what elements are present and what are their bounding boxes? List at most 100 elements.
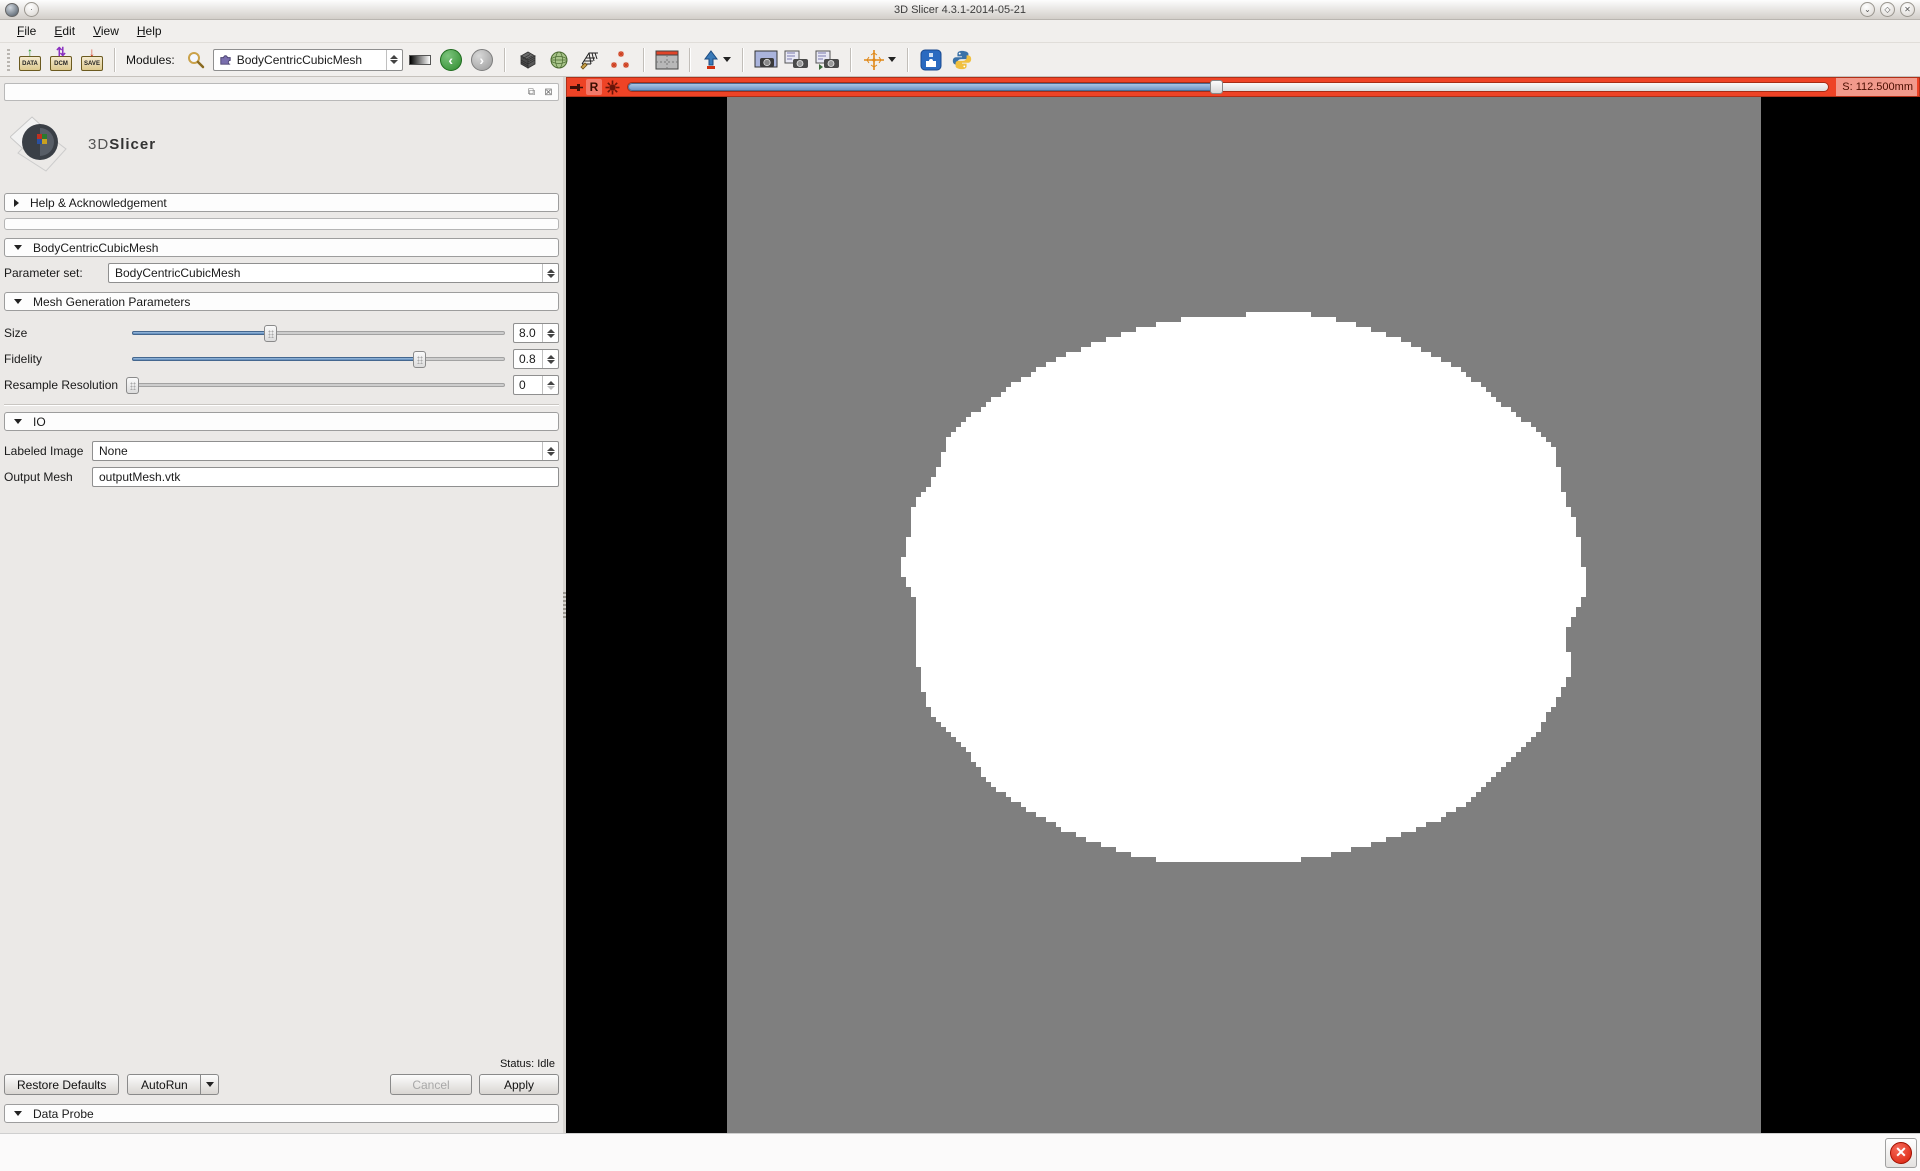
menu-edit[interactable]: Edit	[45, 21, 84, 41]
minimize-button[interactable]: ⌄	[1860, 2, 1875, 17]
model-module-button[interactable]	[545, 46, 573, 74]
restore-defaults-button[interactable]: Restore Defaults	[4, 1074, 119, 1095]
scene-restore-icon	[815, 50, 841, 70]
layout-icon	[655, 50, 679, 70]
window-titlebar: · 3D Slicer 4.3.1-2014-05-21 ⌄ ◇ ✕	[0, 0, 1920, 20]
mesh-section-label: Mesh Generation Parameters	[33, 295, 190, 309]
slice-image-canvas[interactable]	[566, 97, 1920, 1133]
module-section-header[interactable]: BodyCentricCubicMesh	[4, 238, 559, 257]
fidelity-slider[interactable]	[132, 349, 505, 369]
module-back-button[interactable]: ‹	[437, 46, 465, 74]
apply-button[interactable]: Apply	[479, 1074, 559, 1095]
expanded-triangle-icon	[14, 1111, 22, 1116]
spin-down-icon	[547, 386, 555, 390]
help-section-body	[4, 218, 559, 230]
spin-down-icon	[547, 334, 555, 338]
module-selector-combobox[interactable]: BodyCentricCubicMesh	[213, 49, 403, 71]
collapsed-triangle-icon	[14, 199, 19, 207]
resample-resolution-spinbox[interactable]: 0	[513, 375, 559, 395]
parameter-set-combobox[interactable]: BodyCentricCubicMesh	[108, 263, 559, 283]
volume-module-button[interactable]	[514, 46, 542, 74]
spin-up-icon	[547, 269, 555, 273]
labeled-image-combobox[interactable]: None	[92, 441, 559, 461]
mouse-mode-button[interactable]	[699, 46, 734, 74]
modules-label: Modules:	[126, 53, 175, 67]
fidelity-spinbox[interactable]: 0.8	[513, 349, 559, 369]
sparks-icon	[610, 49, 632, 71]
slice-slider-handle[interactable]	[1210, 80, 1223, 94]
output-mesh-input[interactable]: outputMesh.vtk	[92, 467, 559, 487]
module-forward-button[interactable]: ›	[468, 46, 496, 74]
panel-float-button[interactable]: ⧉	[525, 86, 538, 99]
autorun-button-group: AutoRun	[127, 1074, 219, 1095]
output-mesh-label: Output Mesh	[4, 470, 92, 484]
slice-offset-slider[interactable]	[627, 80, 1829, 94]
size-label: Size	[4, 326, 132, 340]
data-probe-section[interactable]: Data Probe	[4, 1104, 559, 1123]
io-section[interactable]: IO	[4, 412, 559, 431]
slice-orientation-badge: R	[586, 79, 602, 95]
dicom-icon: ⇅ DCM	[49, 48, 73, 72]
slice-menu-icon[interactable]	[605, 80, 620, 95]
spin-down-icon	[547, 274, 555, 278]
slider-handle[interactable]	[413, 351, 426, 368]
module-selector-spinner[interactable]	[386, 50, 402, 70]
parameter-set-spinner[interactable]	[542, 264, 558, 282]
output-mesh-value: outputMesh.vtk	[99, 470, 180, 484]
dicom-button[interactable]: ⇅ DCM	[47, 46, 75, 74]
load-data-button[interactable]: ↑ DATA	[16, 46, 44, 74]
toolbar-drag-handle[interactable]	[7, 49, 10, 71]
python-console-button[interactable]	[948, 46, 976, 74]
toolbar-separator	[114, 48, 116, 72]
module-history-button[interactable]	[406, 46, 434, 74]
section-divider	[4, 404, 559, 406]
chevron-down-icon	[723, 57, 731, 62]
slice-image	[566, 97, 1920, 1133]
lattice-icon	[579, 49, 601, 71]
module-search-button[interactable]	[182, 46, 210, 74]
error-log-button[interactable]: ✕	[1885, 1138, 1917, 1168]
crosshair-button[interactable]	[860, 46, 899, 74]
cube-icon	[517, 49, 539, 71]
resample-resolution-label: Resample Resolution	[4, 378, 132, 392]
spin-up-icon	[547, 381, 555, 385]
size-spinbox[interactable]: 8.0	[513, 323, 559, 343]
panel-empty-space	[4, 487, 559, 1058]
size-value: 8.0	[514, 324, 542, 342]
autorun-button[interactable]: AutoRun	[127, 1074, 201, 1095]
annotations-button[interactable]	[607, 46, 635, 74]
close-button[interactable]: ✕	[1900, 2, 1915, 17]
resample-resolution-value: 0	[514, 376, 542, 394]
menu-file[interactable]: File	[8, 21, 45, 41]
autorun-dropdown-button[interactable]	[201, 1074, 219, 1095]
search-icon	[186, 50, 206, 70]
slider-handle[interactable]	[126, 377, 139, 394]
help-acknowledgement-section[interactable]: Help & Acknowledgement	[4, 193, 559, 212]
load-data-icon: ↑ DATA	[18, 48, 42, 72]
resample-resolution-slider[interactable]	[132, 375, 505, 395]
scene-capture-icon	[784, 50, 810, 70]
extensions-manager-button[interactable]	[917, 46, 945, 74]
save-button[interactable]: ↓ SAVE	[78, 46, 106, 74]
module-panel: ⧉ ⊠ 3DSlicer	[0, 77, 563, 1133]
slicer-logo: 3DSlicer	[10, 115, 559, 173]
cancel-button[interactable]: Cancel	[390, 1074, 472, 1095]
module-puzzle-icon	[218, 52, 233, 67]
maximize-button[interactable]: ◇	[1880, 2, 1895, 17]
fidelity-parameter-row: Fidelity 0.8	[4, 349, 559, 369]
mesh-editor-button[interactable]	[576, 46, 604, 74]
panel-close-button[interactable]: ⊠	[542, 86, 555, 99]
menu-help[interactable]: Help	[128, 21, 171, 41]
scene-view-restore-button[interactable]	[814, 46, 842, 74]
spin-up-icon	[547, 447, 555, 451]
labeled-image-spinner[interactable]	[542, 442, 558, 460]
menu-view[interactable]: View	[84, 21, 128, 41]
scene-view-capture-button[interactable]	[783, 46, 811, 74]
pin-icon[interactable]	[569, 80, 583, 94]
screenshot-button[interactable]	[752, 46, 780, 74]
python-icon	[951, 49, 973, 71]
mesh-parameters-section[interactable]: Mesh Generation Parameters	[4, 292, 559, 311]
layout-selector-button[interactable]	[653, 46, 681, 74]
size-slider[interactable]	[132, 323, 505, 343]
slider-handle[interactable]	[264, 325, 277, 342]
